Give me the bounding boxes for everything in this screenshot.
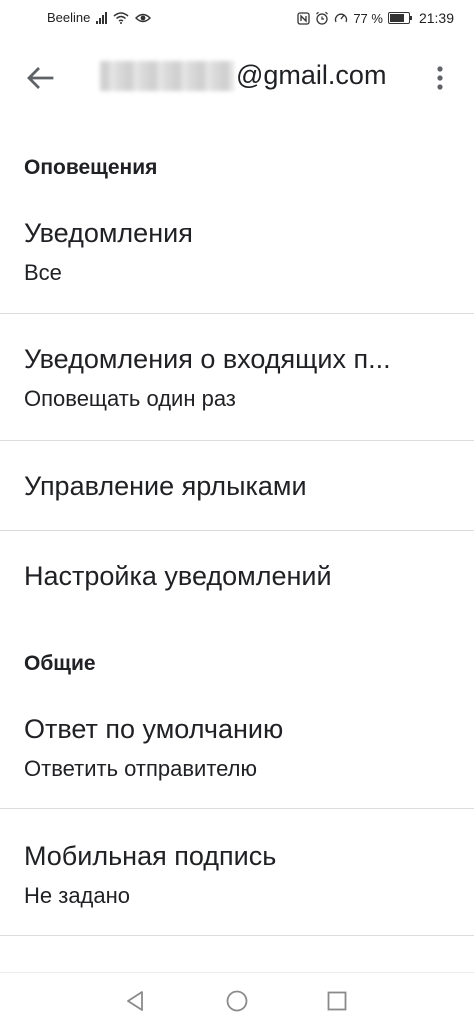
nav-recents-button[interactable]: [323, 987, 351, 1015]
item-title: Уведомления о входящих п...: [24, 344, 391, 374]
account-email-suffix: @gmail.com: [236, 60, 387, 90]
battery-icon: [387, 12, 412, 24]
arrow-back-icon: [27, 67, 54, 89]
status-right: 77 % 21:39: [297, 10, 454, 26]
gauge-icon: [335, 13, 348, 23]
nav-recents-icon: [327, 991, 347, 1011]
settings-item-default-reply[interactable]: Ответ по умолчанию Ответить отправителю: [0, 700, 474, 808]
account-email: @gmail.com: [100, 60, 386, 91]
item-title: Управление ярлыками: [24, 471, 307, 501]
carrier-label: Beeline: [47, 10, 91, 25]
status-left: Beeline: [47, 10, 152, 25]
item-subtitle: Оповещать один раз: [24, 386, 236, 411]
more-vert-icon: [437, 66, 443, 90]
section-header-general: Общие: [24, 652, 96, 675]
back-button[interactable]: [16, 54, 64, 102]
toolbar: @gmail.com: [0, 44, 474, 112]
settings-item-manage-labels[interactable]: Управление ярлыками: [0, 441, 474, 530]
divider: [0, 935, 474, 936]
settings-item-inbox-notifications[interactable]: Уведомления о входящих п... Оповещать од…: [0, 314, 474, 440]
settings-item-notifications[interactable]: Уведомления Все: [0, 204, 474, 314]
more-options-button[interactable]: [426, 54, 454, 102]
alarm-icon: [316, 11, 329, 25]
redacted-account-name: [100, 60, 234, 91]
nav-back-button[interactable]: [122, 987, 150, 1015]
nav-home-button[interactable]: [223, 987, 251, 1015]
item-title: Мобильная подпись: [24, 841, 277, 871]
item-title: Настройка уведомлений: [24, 561, 332, 591]
settings-item-notification-settings[interactable]: Настройка уведомлений: [0, 531, 474, 623]
battery-percent: 77 %: [353, 10, 383, 26]
item-subtitle: Ответить отправителю: [24, 756, 258, 781]
status-bar: Beeline 77 % 21:39: [0, 0, 474, 36]
signal-icon: [96, 11, 108, 24]
nfc-icon: [297, 11, 310, 25]
item-title: Уведомления: [24, 218, 193, 248]
item-subtitle: Все: [24, 260, 62, 285]
section-header-notifications: Оповещения: [24, 156, 158, 179]
status-time: 21:39: [418, 10, 454, 26]
nav-back-icon: [127, 991, 143, 1011]
nav-home-icon: [226, 990, 248, 1012]
item-title: Ответ по умолчанию: [24, 714, 284, 744]
item-subtitle: Не задано: [24, 883, 131, 908]
settings-item-mobile-signature[interactable]: Мобильная подпись Не задано: [0, 809, 474, 935]
navigation-bar: [0, 972, 474, 1027]
wifi-icon: [113, 11, 129, 24]
eye-icon: [135, 13, 152, 22]
